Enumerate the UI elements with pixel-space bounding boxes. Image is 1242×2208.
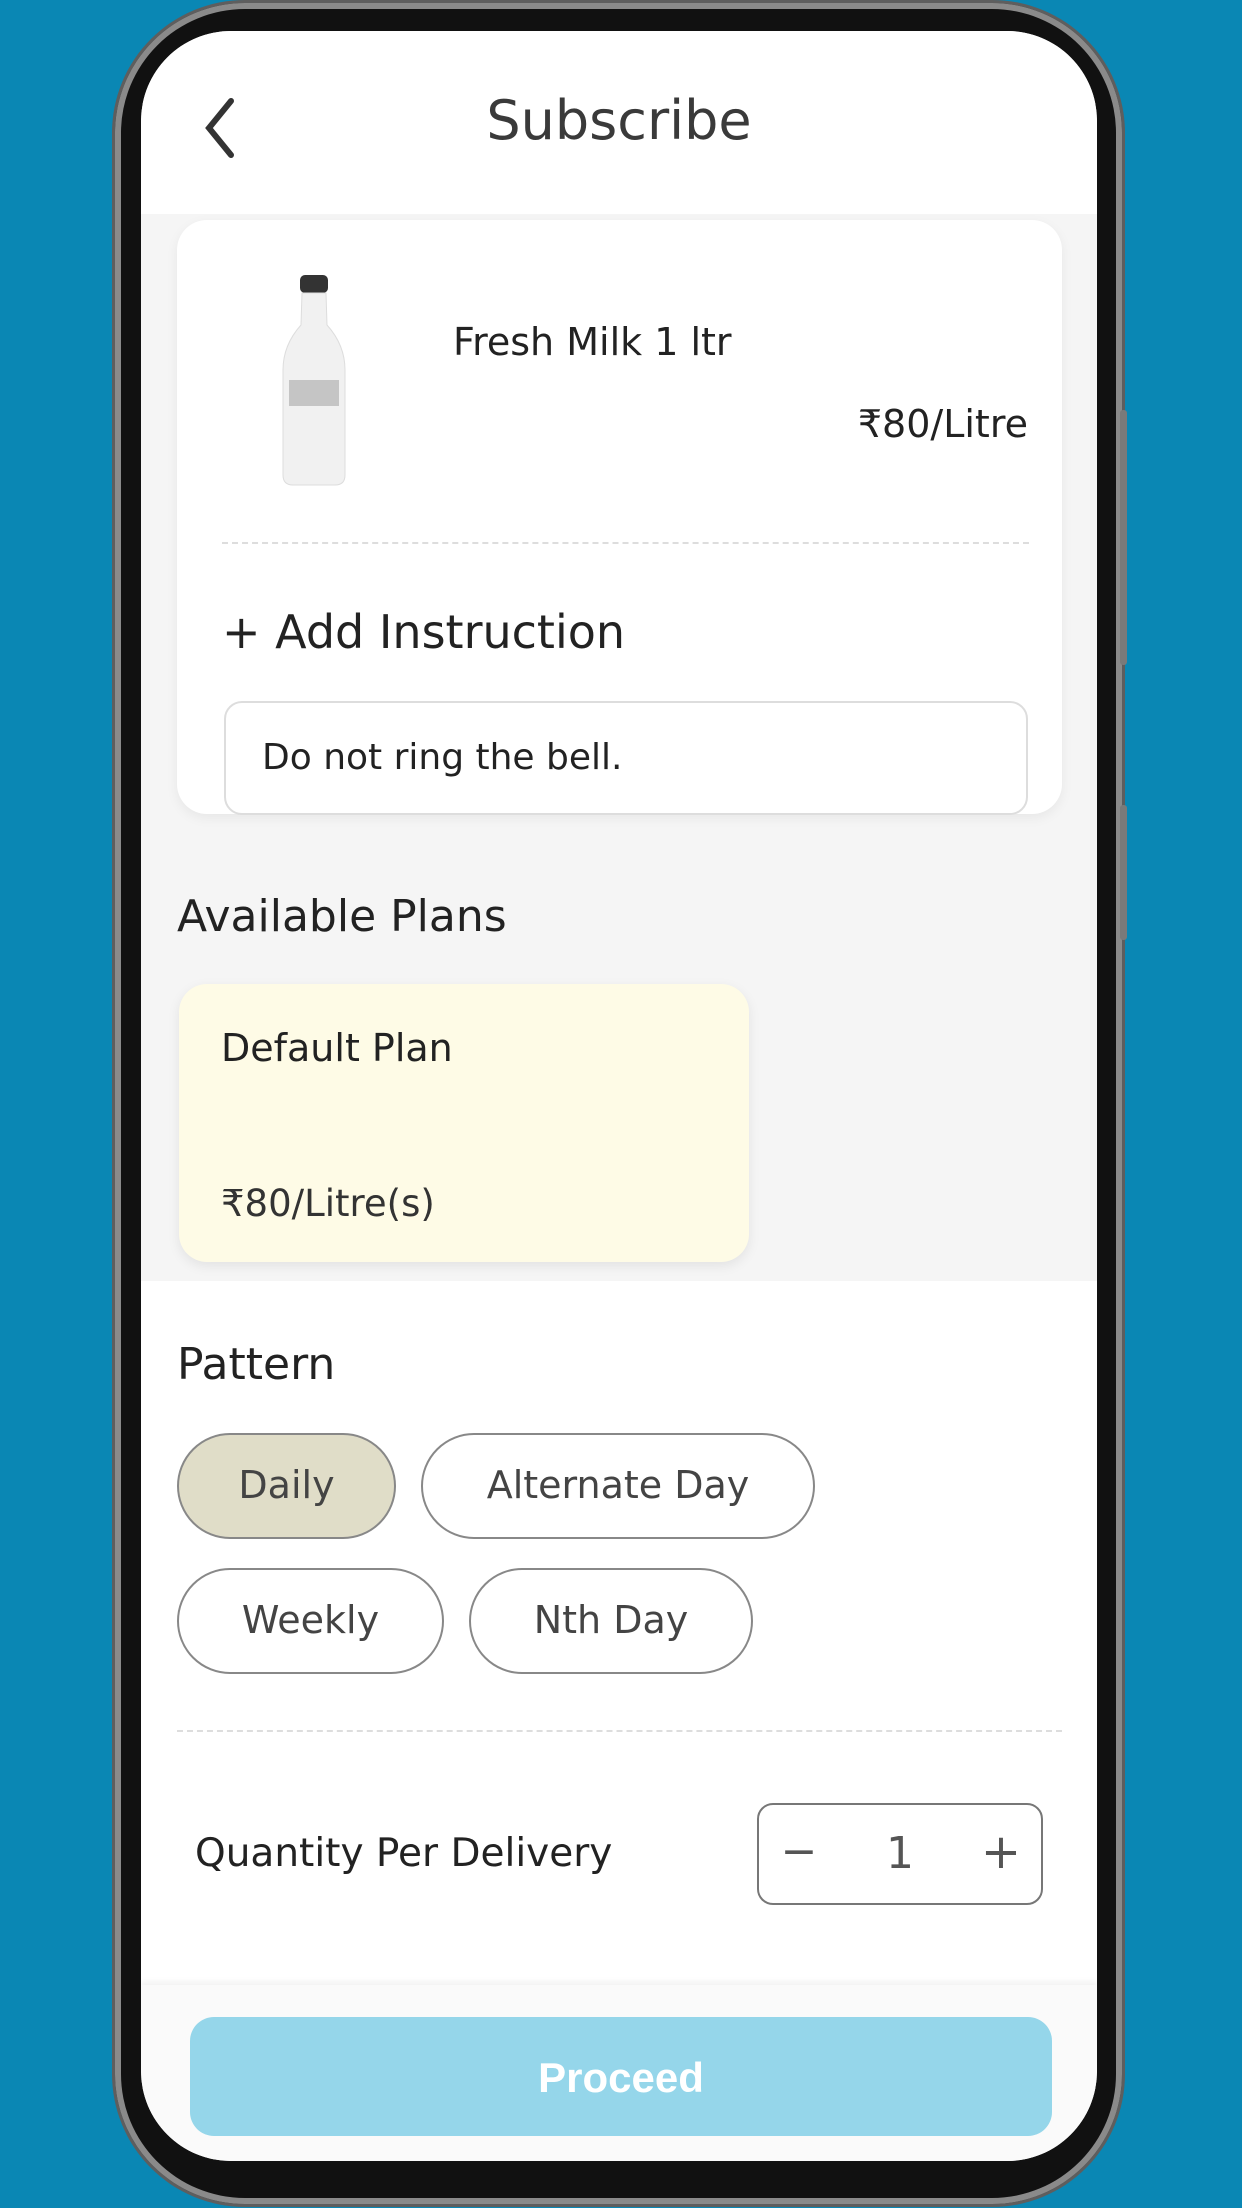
phone-volume-button xyxy=(1120,410,1127,665)
available-plans-heading: Available Plans xyxy=(177,891,507,942)
pattern-option-daily[interactable]: Daily xyxy=(177,1433,396,1539)
increment-button[interactable]: + xyxy=(971,1805,1031,1903)
quantity-label: Quantity Per Delivery xyxy=(195,1831,613,1876)
product-price: ₹80/Litre xyxy=(857,402,1028,446)
divider xyxy=(177,1730,1062,1732)
divider xyxy=(222,542,1029,544)
plan-card-default[interactable]: Default Plan ₹80/Litre(s) xyxy=(179,984,749,1262)
product-image xyxy=(275,275,353,487)
screen: Subscribe Fresh Milk 1 ltr ₹80/Litre + A… xyxy=(141,31,1097,2161)
header: Subscribe xyxy=(141,31,1097,214)
pattern-option-weekly[interactable]: Weekly xyxy=(177,1568,444,1674)
plan-price: ₹80/Litre(s) xyxy=(221,1182,435,1225)
pattern-option-nth-day[interactable]: Nth Day xyxy=(469,1568,753,1674)
proceed-button[interactable]: Proceed xyxy=(190,2017,1052,2136)
plan-name: Default Plan xyxy=(221,1026,453,1070)
instruction-input[interactable]: Do not ring the bell. xyxy=(224,701,1028,815)
page-title: Subscribe xyxy=(486,89,752,152)
product-card: Fresh Milk 1 ltr ₹80/Litre + Add Instruc… xyxy=(177,220,1062,815)
decrement-button[interactable]: − xyxy=(769,1805,829,1903)
pattern-option-alternate-day[interactable]: Alternate Day xyxy=(421,1433,815,1539)
add-instruction-button[interactable]: + Add Instruction xyxy=(222,605,625,659)
product-name: Fresh Milk 1 ltr xyxy=(453,320,732,364)
phone-power-button xyxy=(1120,805,1127,940)
pattern-heading: Pattern xyxy=(177,1339,336,1390)
quantity-value: 1 xyxy=(886,1828,914,1879)
quantity-stepper: − 1 + xyxy=(757,1803,1043,1905)
bottom-bar: Proceed xyxy=(141,1985,1097,2161)
